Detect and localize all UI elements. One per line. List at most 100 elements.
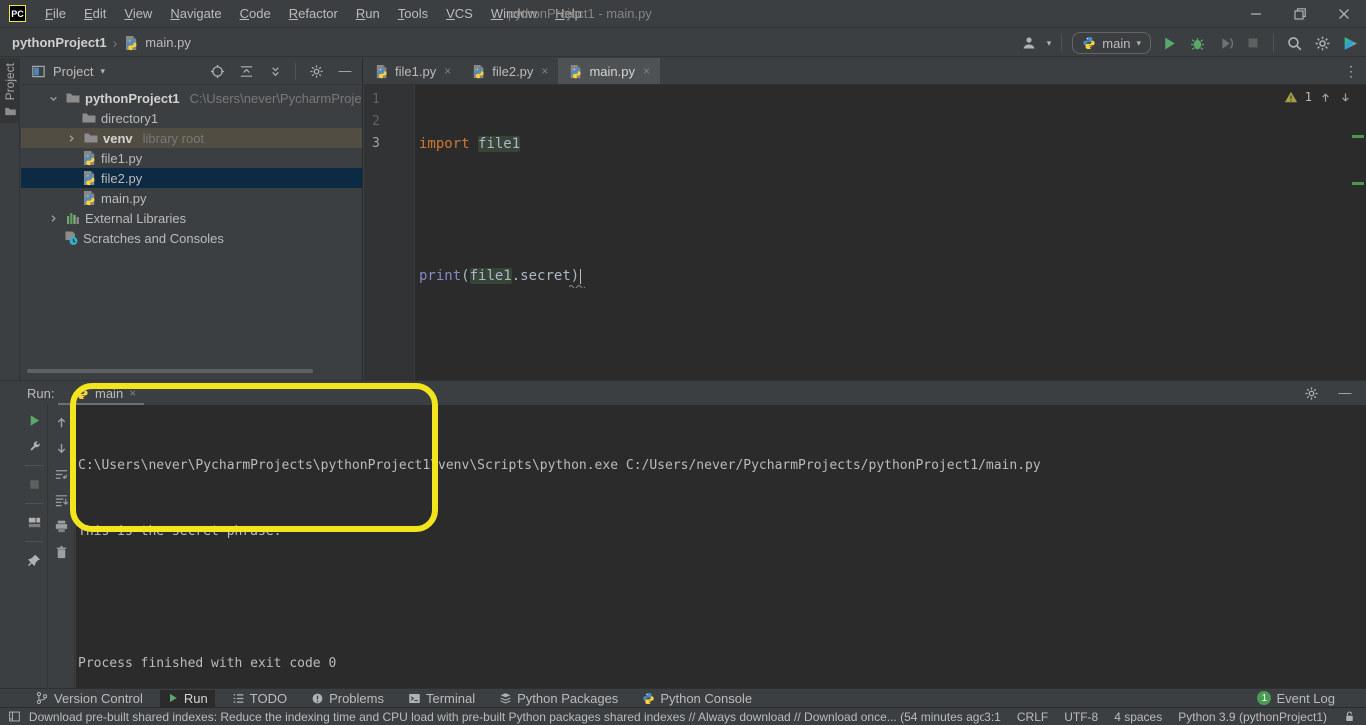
console-line-blank <box>78 587 1366 609</box>
menu-edit[interactable]: Edit <box>75 1 115 26</box>
indent-style[interactable]: 4 spaces <box>1114 710 1162 724</box>
settings-button[interactable] <box>1312 33 1332 53</box>
python-icon <box>1082 36 1096 50</box>
menu-view[interactable]: View <box>115 1 161 26</box>
python-file-icon <box>123 35 139 51</box>
next-problem-icon[interactable] <box>1339 91 1352 104</box>
tree-row-external-libraries[interactable]: External Libraries <box>21 208 362 228</box>
hide-panel-button[interactable]: — <box>334 61 356 81</box>
user-account-button[interactable] <box>1019 33 1039 53</box>
python-interpreter[interactable]: Python 3.9 (pythonProject1) <box>1178 710 1327 724</box>
tab-options-button[interactable]: ⋮ <box>1336 58 1366 84</box>
run-tab-main[interactable]: main × <box>75 381 136 405</box>
tab-main-active[interactable]: main.py × <box>558 58 660 84</box>
status-message[interactable]: Download pre-built shared indexes: Reduc… <box>29 710 984 724</box>
horizontal-scrollbar[interactable] <box>27 369 313 373</box>
menu-refactor[interactable]: Refactor <box>280 1 347 26</box>
tool-window-switcher-icon[interactable] <box>8 710 21 723</box>
toolwindow-run[interactable]: Run <box>160 690 215 707</box>
more-icon: ⋮ <box>1344 63 1358 80</box>
tree-label: venv <box>103 131 133 146</box>
tree-row-venv[interactable]: venv library root <box>21 128 362 148</box>
panel-options-button[interactable] <box>305 61 327 81</box>
tree-row-file1[interactable]: file1.py <box>21 148 362 168</box>
toolwindow-python-console[interactable]: Python Console <box>635 690 759 707</box>
run-panel-label: Run: <box>0 386 54 401</box>
close-icon[interactable]: × <box>643 64 650 78</box>
clear-all-button[interactable] <box>54 545 69 560</box>
scroll-to-end-button[interactable] <box>54 493 69 508</box>
run-button[interactable] <box>1159 33 1179 53</box>
breadcrumb-project[interactable]: pythonProject1 <box>12 35 107 50</box>
stripe-button-project[interactable]: Project <box>0 58 20 123</box>
close-icon[interactable]: × <box>444 64 451 78</box>
debug-button[interactable] <box>1187 33 1207 53</box>
toolwindow-problems[interactable]: Problems <box>304 690 391 707</box>
tree-label: file1.py <box>101 151 142 166</box>
previous-problem-icon[interactable] <box>1319 91 1332 104</box>
down-stacktrace-button[interactable] <box>54 441 69 456</box>
file-encoding[interactable]: UTF-8 <box>1064 710 1098 724</box>
tab-file2[interactable]: file2.py × <box>461 58 558 84</box>
menu-vcs[interactable]: VCS <box>437 1 482 26</box>
caret-position[interactable]: 3:1 <box>984 710 1001 724</box>
code-editor[interactable]: 1 2 3 import file1 print(file1.secret) 1 <box>364 85 1366 380</box>
restore-button[interactable] <box>1278 0 1322 28</box>
folder-icon <box>81 110 97 126</box>
tree-row-project-root[interactable]: pythonProject1 C:\Users\never\PycharmPro… <box>21 88 362 108</box>
close-icon[interactable]: × <box>129 386 136 400</box>
run-configuration-select[interactable]: main ▾ <box>1072 32 1151 54</box>
gear-icon <box>1304 386 1319 401</box>
line-number-current: 3 <box>372 133 414 155</box>
up-stacktrace-button[interactable] <box>54 415 69 430</box>
search-everywhere-button[interactable] <box>1284 33 1304 53</box>
minimize-button[interactable] <box>1234 0 1278 28</box>
expand-all-button[interactable] <box>235 61 257 81</box>
lock-icon[interactable] <box>1343 710 1356 723</box>
tree-label: file2.py <box>101 171 142 186</box>
toolwindow-label: Terminal <box>426 691 475 706</box>
line-separator[interactable]: CRLF <box>1017 710 1048 724</box>
run-panel-header: Run: main × — <box>0 381 1366 405</box>
menu-run[interactable]: Run <box>347 1 389 26</box>
menu-tools[interactable]: Tools <box>389 1 437 26</box>
tree-row-directory1[interactable]: directory1 <box>21 108 362 128</box>
tree-row-main[interactable]: main.py <box>21 188 362 208</box>
run-console-output[interactable]: C:\Users\never\PycharmProjects\pythonPro… <box>76 405 1366 688</box>
editor-tab-bar: file1.py × file2.py × main.py × ⋮ <box>364 58 1366 85</box>
inspection-widget[interactable]: 1 <box>1284 90 1352 104</box>
hide-run-panel-button[interactable]: — <box>1334 383 1356 403</box>
tab-label: file1.py <box>395 64 436 79</box>
tree-row-file2-selected[interactable]: file2.py <box>21 168 362 188</box>
toolwindow-version-control[interactable]: Version Control <box>28 690 150 707</box>
toolwindow-terminal[interactable]: Terminal <box>401 690 482 707</box>
menu-file[interactable]: File <box>36 1 75 26</box>
menu-navigate[interactable]: Navigate <box>161 1 230 26</box>
close-icon[interactable]: × <box>541 64 548 78</box>
toolwindow-python-packages[interactable]: Python Packages <box>492 690 625 707</box>
stop-button[interactable] <box>1243 33 1263 53</box>
soft-wrap-button[interactable] <box>54 467 69 482</box>
close-button[interactable] <box>1322 0 1366 28</box>
stop-button[interactable] <box>27 477 42 492</box>
print-button[interactable] <box>54 519 69 534</box>
pin-tab-button[interactable] <box>27 553 42 568</box>
chevron-down-icon: ▾ <box>1047 38 1052 49</box>
toolwindow-todo[interactable]: TODO <box>225 690 294 707</box>
run-panel-options-button[interactable] <box>1300 383 1322 403</box>
minimize-icon: — <box>1339 383 1352 403</box>
rerun-button[interactable] <box>27 413 42 428</box>
edit-configuration-button[interactable] <box>27 439 42 454</box>
select-opened-file-button[interactable] <box>206 61 228 81</box>
run-with-coverage-button[interactable] <box>1215 33 1235 53</box>
collapse-all-button[interactable] <box>264 61 286 81</box>
run-tab-label: main <box>95 386 123 401</box>
tree-row-scratches[interactable]: Scratches and Consoles <box>21 228 362 248</box>
code-with-me-button[interactable] <box>1340 33 1360 53</box>
tab-file1[interactable]: file1.py × <box>364 58 461 84</box>
breadcrumb-file[interactable]: main.py <box>145 35 191 50</box>
restore-layout-button[interactable] <box>27 515 42 530</box>
project-panel-title[interactable]: Project <box>53 64 93 79</box>
menu-code[interactable]: Code <box>231 1 280 26</box>
event-log-button[interactable]: 1 Event Log <box>1250 690 1342 707</box>
